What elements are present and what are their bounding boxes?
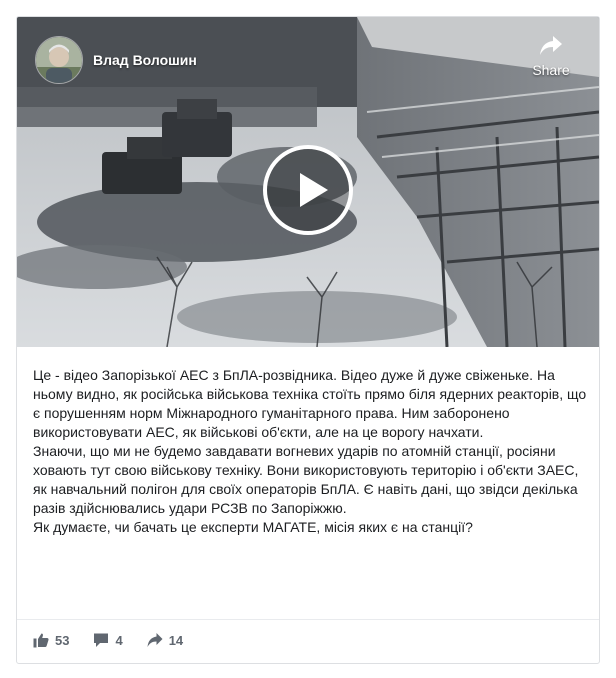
post-paragraph-3: Як думаєте, чи бачать це експерти МАГАТЕ… bbox=[33, 519, 473, 535]
post-actions: 53 4 14 bbox=[33, 632, 207, 648]
post-card: Влад Волошин Share Це - відео Запорізько… bbox=[16, 16, 600, 664]
share-label: Share bbox=[532, 62, 570, 78]
share-count-button[interactable]: 14 bbox=[147, 632, 183, 648]
play-icon bbox=[300, 173, 328, 207]
video-player[interactable]: Влад Волошин Share bbox=[17, 17, 599, 347]
share-count: 14 bbox=[168, 632, 184, 648]
post-text: Це - відео Запорізької АЕС з БпЛА-розвід… bbox=[33, 366, 588, 537]
avatar-photo-icon bbox=[36, 37, 82, 83]
like-count: 53 bbox=[55, 632, 70, 648]
author-name[interactable]: Влад Волошин bbox=[93, 52, 197, 68]
comment-icon bbox=[94, 633, 109, 647]
post-paragraph-2: Знаючи, що ми не будемо завдавати вогнев… bbox=[33, 443, 579, 516]
post-paragraph-1: Це - відео Запорізької АЕС з БпЛА-розвід… bbox=[33, 367, 587, 440]
author-avatar[interactable] bbox=[35, 36, 83, 84]
share-button[interactable]: Share bbox=[526, 35, 576, 78]
thumbs-up-icon bbox=[33, 633, 49, 648]
share-icon bbox=[147, 633, 163, 647]
comment-count: 4 bbox=[115, 632, 123, 648]
post-author[interactable]: Влад Волошин bbox=[35, 36, 197, 84]
play-button[interactable] bbox=[263, 145, 353, 235]
divider bbox=[17, 619, 599, 620]
share-arrow-icon bbox=[540, 36, 562, 55]
like-button[interactable]: 53 bbox=[33, 632, 69, 648]
comment-button[interactable]: 4 bbox=[93, 632, 123, 648]
